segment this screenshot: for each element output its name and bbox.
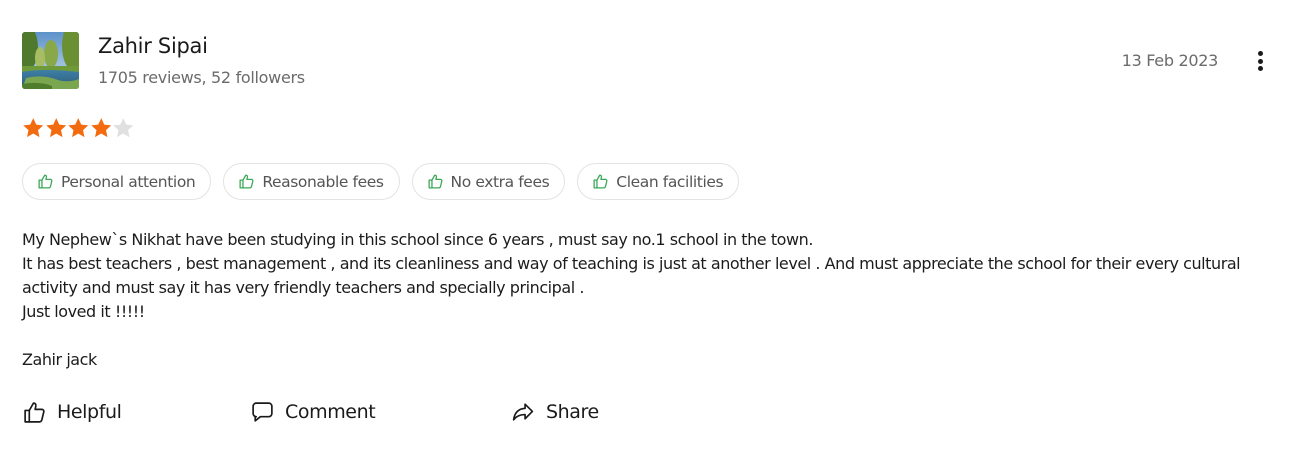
tag-reasonable-fees[interactable]: Reasonable fees bbox=[223, 163, 400, 200]
review-text-line: My Nephew`s Nikhat have been studying in… bbox=[22, 230, 813, 249]
tag-label: No extra fees bbox=[450, 172, 550, 191]
tag-label: Personal attention bbox=[61, 172, 196, 191]
reviewer-stats: 1705 reviews, 52 followers bbox=[98, 68, 305, 87]
tag-clean-facilities[interactable]: Clean facilities bbox=[577, 163, 740, 200]
tag-label: Clean facilities bbox=[616, 172, 724, 191]
thumbs-up-icon bbox=[239, 174, 254, 189]
star-filled-icon bbox=[68, 118, 89, 138]
comment-button[interactable]: Comment bbox=[250, 397, 376, 427]
more-options-button[interactable] bbox=[1248, 48, 1274, 74]
review-tags: Personal attention Reasonable fees No ex… bbox=[22, 163, 740, 200]
star-filled-icon bbox=[90, 118, 111, 138]
helpful-label: Helpful bbox=[57, 401, 122, 423]
review-card: Zahir Sipai 1705 reviews, 52 followers 1… bbox=[0, 0, 1304, 456]
review-text-line: It has best teachers , best management ,… bbox=[22, 254, 1241, 297]
tag-label: Reasonable fees bbox=[262, 172, 384, 191]
share-button[interactable]: Share bbox=[510, 397, 599, 427]
comment-icon bbox=[252, 401, 273, 422]
reviewer-avatar[interactable] bbox=[22, 32, 79, 89]
review-text-line: Just loved it !!!!! bbox=[22, 302, 145, 321]
review-signature: Zahir jack bbox=[22, 350, 97, 369]
share-label: Share bbox=[546, 401, 599, 423]
thumbs-up-icon bbox=[24, 401, 45, 423]
comment-label: Comment bbox=[285, 401, 376, 423]
helpful-button[interactable]: Helpful bbox=[22, 397, 122, 427]
share-icon bbox=[512, 402, 534, 421]
thumbs-up-icon bbox=[593, 174, 608, 189]
star-rating bbox=[22, 116, 135, 140]
tag-no-extra-fees[interactable]: No extra fees bbox=[411, 163, 566, 200]
star-filled-icon bbox=[23, 118, 44, 138]
tag-personal-attention[interactable]: Personal attention bbox=[22, 163, 212, 200]
review-body: My Nephew`s Nikhat have been studying in… bbox=[22, 228, 1282, 372]
review-date: 13 Feb 2023 bbox=[1121, 51, 1219, 70]
star-empty-icon bbox=[113, 118, 134, 138]
star-filled-icon bbox=[45, 118, 66, 138]
thumbs-up-icon bbox=[38, 174, 53, 189]
thumbs-up-icon bbox=[428, 174, 443, 189]
reviewer-name[interactable]: Zahir Sipai bbox=[98, 34, 208, 58]
